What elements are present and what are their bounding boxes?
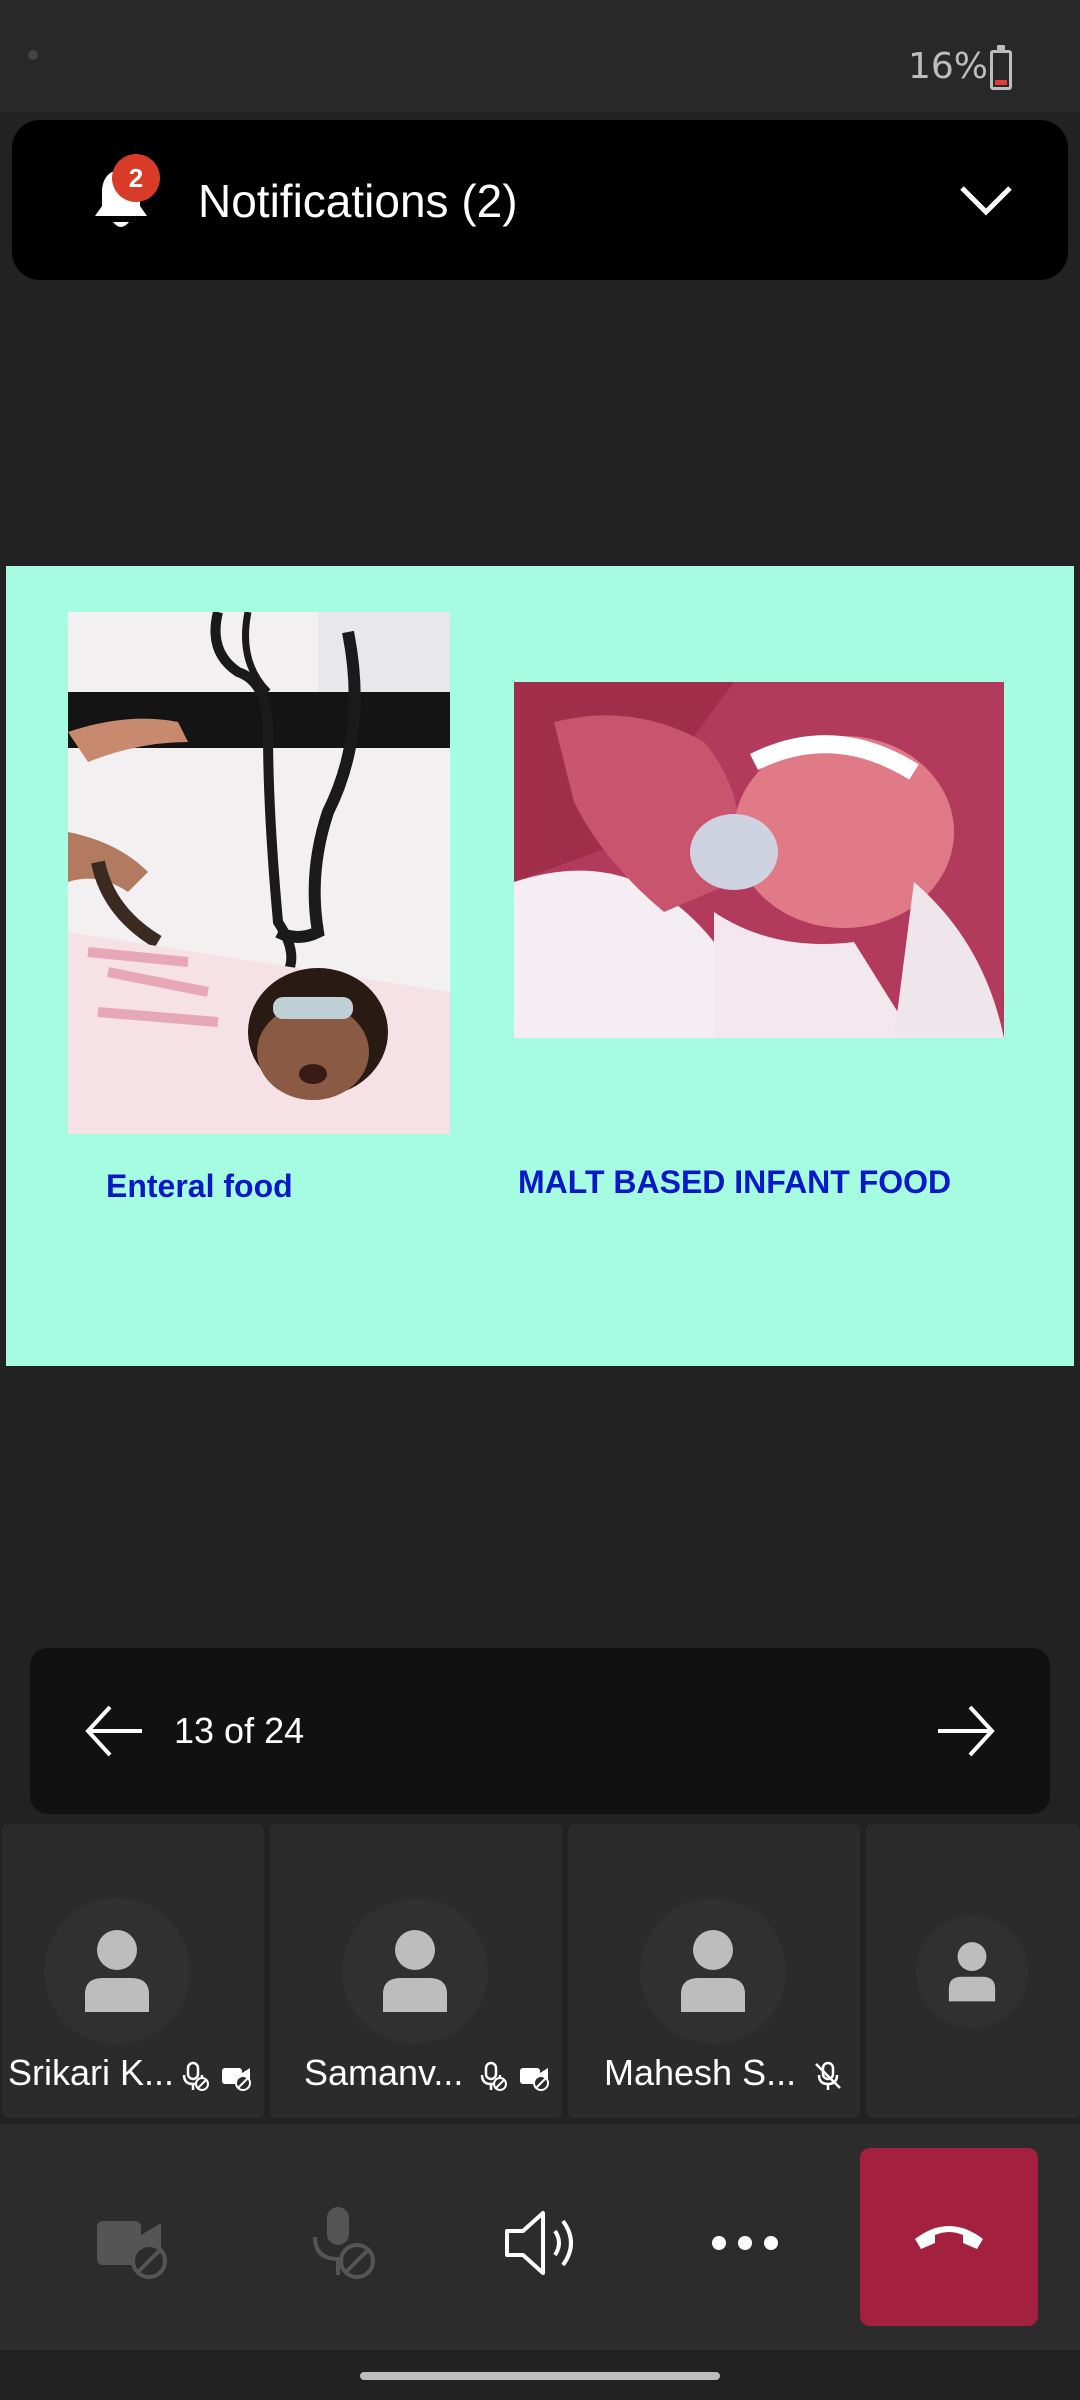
more-icon [712,2236,778,2250]
notification-count-badge: 2 [112,154,160,202]
infant-feeding-photo [514,682,1004,1038]
enteral-feeding-photo [68,612,450,1134]
chevron-down-icon[interactable] [958,180,1014,220]
participant-status-icons [178,2060,252,2092]
participant-tile[interactable] [866,1824,1080,2118]
hang-up-icon [915,2226,983,2249]
slide-counter: 13 of 24 [174,1710,305,1751]
participant-tile[interactable]: Samanv... [270,1824,562,2118]
shared-slide: Enteral food MALT BASED INFANT FOOD [6,566,1074,1366]
infant-food-caption: MALT BASED INFANT FOOD [518,1164,952,1200]
mic-off-icon [313,2207,375,2279]
status-bar: 16% [0,0,1080,112]
mic-off-icon [480,2061,507,2091]
video-off-icon [222,2068,251,2091]
arrow-right-icon[interactable] [934,1703,998,1759]
speaker-button[interactable] [476,2168,606,2318]
status-dot [28,50,38,60]
participant-name: Srikari K... [8,2052,175,2093]
avatar [640,1898,786,2044]
avatar [916,1916,1028,2028]
person-icon [948,1942,996,2002]
participant-tile[interactable]: Mahesh S... [568,1824,860,2118]
person-icon [383,1930,447,2012]
mic-off-icon [182,2061,209,2091]
camera-toggle-button[interactable] [68,2168,198,2318]
participant-name: Mahesh S... [604,2052,797,2093]
slide-navigation: 13 of 24 [30,1648,1050,1814]
participant-status-icons [812,2060,844,2092]
battery-icon [990,45,1012,90]
camera-off-icon [97,2221,167,2279]
battery-percentage: 16% [907,46,988,87]
muted-icon [815,2061,841,2090]
avatar [342,1898,488,2044]
hang-up-button[interactable] [860,2148,1038,2326]
mic-toggle-button[interactable] [276,2168,406,2318]
person-icon [681,1930,745,2012]
participant-status-icons [476,2060,550,2092]
call-controls-bar [0,2124,1080,2350]
video-off-icon [520,2068,549,2091]
participant-tile[interactable]: Srikari K... [2,1824,264,2118]
more-options-button[interactable] [680,2168,810,2318]
notifications-title: Notifications (2) [198,175,518,227]
enteral-food-caption: Enteral food [106,1168,293,1204]
arrow-left-icon[interactable] [82,1703,146,1759]
participant-name: Samanv... [304,2052,464,2093]
avatar [44,1898,190,2044]
person-icon [85,1930,149,2012]
home-indicator[interactable] [360,2372,720,2380]
participant-strip: Srikari K... Samanv... Mahesh S... [0,1824,1080,2118]
speaker-icon [505,2211,573,2275]
notifications-banner[interactable]: 2 Notifications (2) [12,120,1068,280]
